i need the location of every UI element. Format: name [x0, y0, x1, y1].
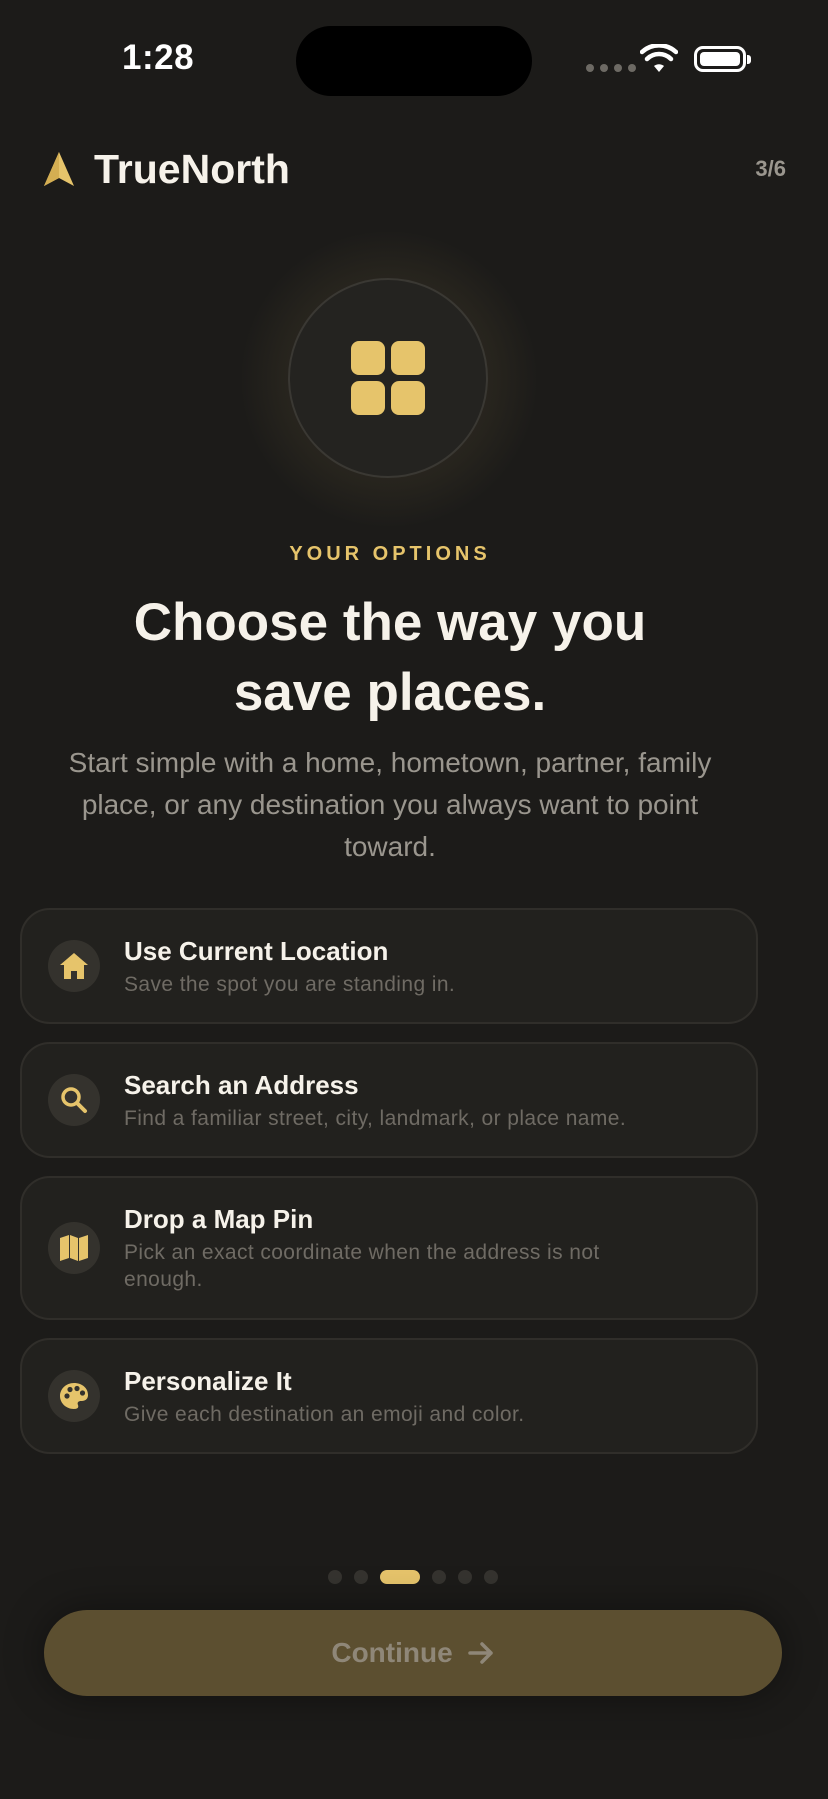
title-line-1: Choose the way you	[133, 593, 647, 652]
page-indicator	[328, 1570, 498, 1584]
option-current-location[interactable]: Use Current Location Save the spot you a…	[20, 908, 758, 1024]
palette-icon	[48, 1370, 100, 1422]
continue-label: Continue	[331, 1637, 453, 1668]
page-title: Choose the way you save places.	[0, 588, 780, 728]
app-name: TrueNorth	[94, 146, 290, 192]
step-indicator: 3/6	[755, 156, 786, 181]
header: TrueNorth 3/6	[0, 140, 828, 200]
page-dot	[354, 1570, 368, 1584]
dynamic-island	[296, 26, 532, 96]
battery-icon	[694, 46, 751, 72]
continue-button[interactable]: Continue	[44, 1610, 782, 1696]
cellular-signal-icon	[586, 64, 636, 72]
section-eyebrow: YOUR OPTIONS	[289, 543, 491, 565]
page-dot	[458, 1570, 472, 1584]
page-dot	[432, 1570, 446, 1584]
grid-icon	[351, 341, 425, 415]
option-description: Find a familiar street, city, landmark, …	[124, 1107, 627, 1130]
page-dot	[328, 1570, 342, 1584]
status-bar: 1:28	[0, 0, 828, 120]
option-search-address[interactable]: Search an Address Find a familiar street…	[20, 1042, 758, 1158]
status-time: 1:28	[122, 38, 195, 77]
option-drop-map-pin[interactable]: Drop a Map Pin Pick an exact coordinate …	[20, 1176, 758, 1320]
page-dot-active	[380, 1570, 420, 1584]
north-arrow-logo-icon	[44, 152, 74, 186]
option-title: Search an Address	[124, 1070, 359, 1100]
page-subtitle: Start simple with a home, hometown, part…	[68, 747, 712, 862]
option-personalize[interactable]: Personalize It Give each destination an …	[20, 1338, 758, 1454]
option-title: Drop a Map Pin	[124, 1204, 314, 1234]
arrow-right-icon	[467, 1642, 493, 1664]
option-title: Personalize It	[124, 1366, 292, 1396]
option-title: Use Current Location	[124, 936, 389, 966]
title-line-2: save places.	[233, 663, 547, 722]
house-icon	[48, 940, 100, 992]
search-icon	[48, 1074, 100, 1126]
option-description: Save the spot you are standing in.	[124, 973, 456, 996]
map-icon	[48, 1222, 100, 1274]
page-dot	[484, 1570, 498, 1584]
wifi-icon	[640, 44, 678, 72]
option-description: Pick an exact coordinate when the addres…	[124, 1241, 600, 1291]
option-description: Give each destination an emoji and color…	[124, 1403, 525, 1426]
